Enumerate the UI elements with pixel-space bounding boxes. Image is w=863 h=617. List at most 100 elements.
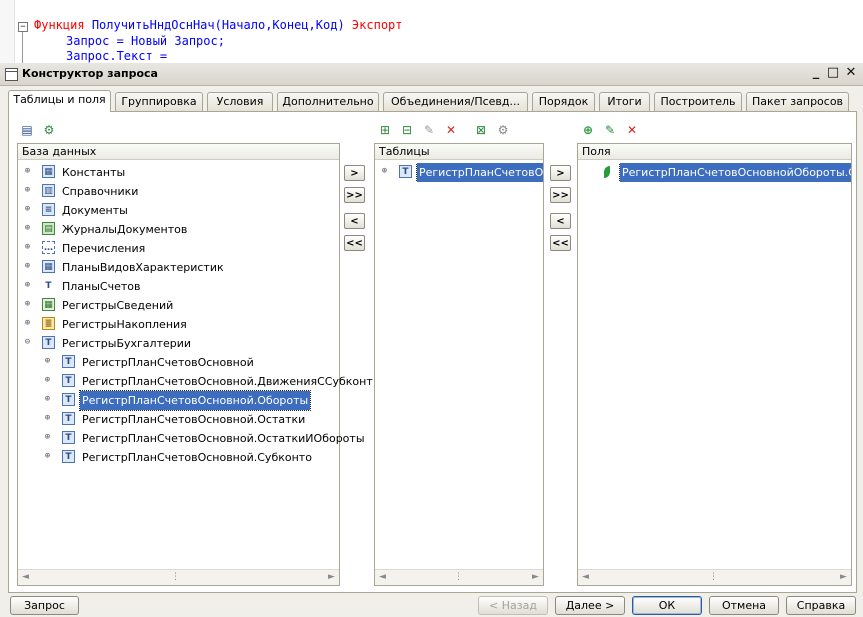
minimize-icon[interactable]: _	[809, 66, 823, 80]
add-temp-table-icon[interactable]: ⊟	[399, 122, 415, 138]
next-button[interactable]: Далее >	[555, 596, 625, 615]
add-field-button[interactable]: >	[550, 165, 571, 181]
horizontal-scrollbar[interactable]: ◄ ⋮ ►	[18, 569, 339, 585]
scroll-right-icon[interactable]: ►	[324, 570, 339, 585]
characteristics-icon: ▦	[42, 260, 55, 273]
expand-icon[interactable]: ⊕	[44, 395, 51, 404]
tables-panel: Таблицы ⊕ T РегистрПланСчетовОсновнойОбо…	[374, 143, 544, 586]
list-view-icon[interactable]: ▤	[19, 122, 35, 138]
delete-table-icon[interactable]: ✕	[443, 122, 459, 138]
remove-table-button[interactable]: <	[344, 213, 365, 229]
register-table-icon: T	[62, 431, 75, 444]
fields-horizontal-scrollbar[interactable]: ◄ ⋮ ►	[578, 569, 851, 585]
field-leaf-icon	[604, 166, 610, 178]
tab-totals[interactable]: Итоги	[599, 92, 650, 111]
constants-icon: ▦	[42, 165, 55, 178]
selected-table-item[interactable]: ⊕ T РегистрПланСчетовОсновнойОбороты	[381, 163, 543, 182]
expand-icon[interactable]: ⊕	[24, 262, 31, 271]
code-gutter	[0, 0, 15, 63]
tab-additional[interactable]: Дополнительно	[277, 92, 379, 111]
tab-order[interactable]: Порядок	[532, 92, 595, 111]
function-signature: ПолучитьНндОснНач(Начало,Конец,Код)	[91, 18, 345, 32]
code-editor[interactable]: − Функция ПолучитьНндОснНач(Начало,Конец…	[0, 0, 863, 63]
tables-horizontal-scrollbar[interactable]: ◄ ⋮ ►	[375, 569, 543, 585]
close-icon[interactable]: ✕	[844, 66, 858, 80]
scroll-left-icon[interactable]: ◄	[375, 570, 390, 585]
tab-grouping[interactable]: Группировка	[115, 92, 203, 111]
accumulation-register-icon: ≣	[42, 317, 55, 330]
edit-field-icon[interactable]: ✎	[602, 122, 618, 138]
add-field-icon[interactable]: ⊕	[580, 122, 596, 138]
tree-item-label: Константы	[62, 166, 126, 179]
fields-panel-header: Поля	[578, 144, 851, 160]
delete-field-icon[interactable]: ✕	[624, 122, 640, 138]
database-panel-header: База данных	[18, 144, 339, 160]
tree-item-label: РегистрПланСчетовОсновной.Остатки	[82, 413, 306, 426]
documents-icon: ≡	[42, 203, 55, 216]
fields-panel: Поля РегистрПланСчетовОсновнойОбороты.Су…	[577, 143, 852, 586]
replace-table-icon[interactable]: ⊠	[473, 122, 489, 138]
maximize-icon[interactable]: □	[826, 66, 840, 80]
expand-icon[interactable]: ⊕	[44, 357, 51, 366]
tree-item-label: РегистрыСведений	[62, 299, 174, 312]
expand-icon[interactable]: ⊕	[44, 452, 51, 461]
expand-icon[interactable]: ⊕	[24, 300, 31, 309]
scroll-right-icon[interactable]: ►	[528, 570, 543, 585]
register-table-icon: T	[399, 165, 412, 178]
tab-query-batch[interactable]: Пакет запросов	[746, 92, 849, 111]
tab-unions-aliases[interactable]: Объединения/Псевд...	[383, 92, 528, 111]
register-table-icon: T	[62, 412, 75, 425]
add-table-button[interactable]: >	[344, 165, 365, 181]
tree-item-label: РегистрПланСчетовОсновной.Субконто	[82, 451, 312, 464]
expand-icon[interactable]: ⊕	[24, 167, 31, 176]
find-in-tree-icon[interactable]: ⚙	[41, 122, 57, 138]
accounts-icon: T	[42, 279, 55, 292]
tab-builder[interactable]: Построитель	[654, 92, 742, 111]
expand-icon[interactable]: ⊕	[24, 319, 31, 328]
back-button[interactable]: < Назад	[478, 596, 548, 615]
collapse-icon[interactable]: ⊖	[24, 338, 31, 347]
selected-field-item[interactable]: РегистрПланСчетовОсновнойОбороты.СуммаОб…	[584, 163, 851, 182]
fold-toggle-icon[interactable]: −	[18, 22, 28, 32]
expand-icon[interactable]: ⊕	[24, 281, 31, 290]
expand-icon[interactable]: ⊕	[44, 376, 51, 385]
remove-all-fields-button[interactable]: <<	[550, 235, 571, 251]
tab-tables-and-fields[interactable]: Таблицы и поля	[8, 90, 111, 112]
expand-icon[interactable]: ⊕	[381, 167, 388, 176]
table-settings-icon[interactable]: ⚙	[495, 122, 511, 138]
remove-all-tables-button[interactable]: <<	[344, 235, 365, 251]
expand-icon[interactable]: ⊕	[44, 414, 51, 423]
query-constructor-window: Конструктор запроса _ □ ✕ Таблицы и поля…	[0, 63, 863, 617]
query-button[interactable]: Запрос	[10, 596, 79, 615]
window-titlebar: Конструктор запроса _ □ ✕	[0, 63, 863, 86]
scroll-grip-icon[interactable]: ⋮	[706, 570, 721, 585]
accounting-register-icon: T	[42, 336, 55, 349]
add-all-tables-button[interactable]: >>	[344, 187, 365, 203]
tree-item-label: Справочники	[62, 185, 139, 198]
scroll-left-icon[interactable]: ◄	[18, 570, 33, 585]
scroll-right-icon[interactable]: ►	[836, 570, 851, 585]
expand-icon[interactable]: ⊕	[24, 186, 31, 195]
scroll-left-icon[interactable]: ◄	[578, 570, 593, 585]
code-line-2: Запрос = Новый Запрос;	[66, 34, 225, 48]
cancel-button[interactable]: Отмена	[709, 596, 779, 615]
remove-field-button[interactable]: <	[550, 213, 571, 229]
tab-conditions[interactable]: Условия	[207, 92, 273, 111]
window-icon	[5, 68, 18, 81]
table-item-label: РегистрПланСчетовОсновнойОбороты	[416, 163, 543, 182]
expand-icon[interactable]: ⊕	[24, 224, 31, 233]
database-panel: База данных ⊕ ▦ Константы ⊕ ▥ Справочники ⊕ ≡…	[17, 143, 373, 586]
ok-button[interactable]: ОК	[632, 596, 702, 615]
expand-icon[interactable]: ⊕	[24, 205, 31, 214]
expand-icon[interactable]: ⊕	[24, 243, 31, 252]
edit-table-icon[interactable]: ✎	[421, 122, 437, 138]
tree-item-label: Перечисления	[62, 242, 146, 255]
keyword-export: Экспорт	[351, 18, 403, 32]
add-all-fields-button[interactable]: >>	[550, 187, 571, 203]
help-button[interactable]: Справка	[786, 596, 856, 615]
add-nested-query-icon[interactable]: ⊞	[377, 122, 393, 138]
expand-icon[interactable]: ⊕	[44, 433, 51, 442]
scroll-grip-icon[interactable]: ⋮	[451, 570, 466, 585]
scroll-grip-icon[interactable]: ⋮	[168, 570, 183, 585]
tree-item-label: РегистрыНакопления	[62, 318, 187, 331]
